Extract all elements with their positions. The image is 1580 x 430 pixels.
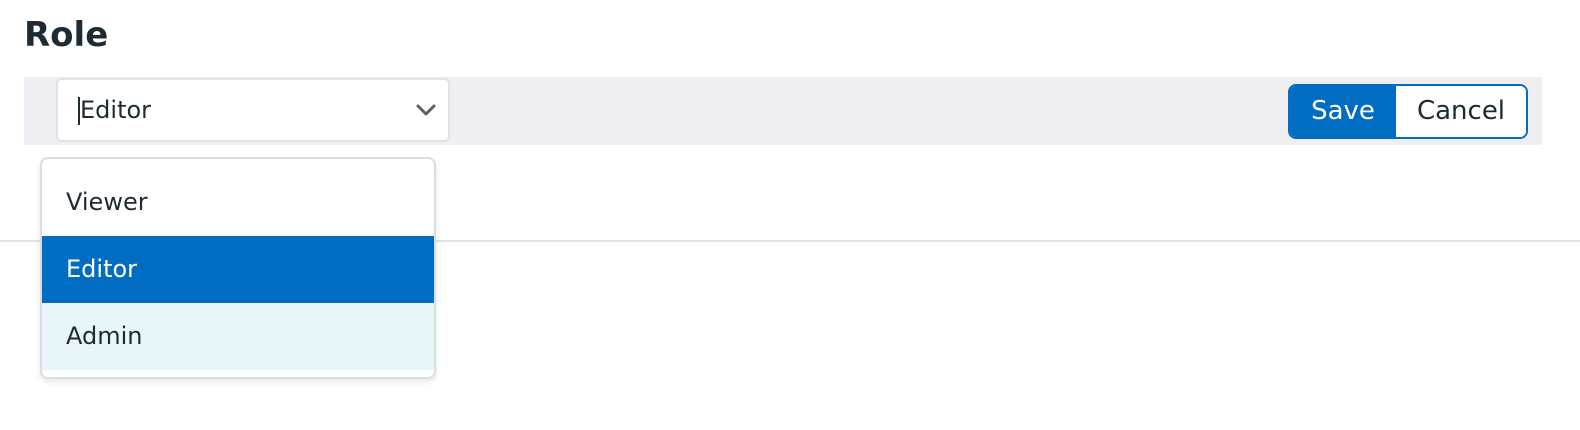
option-admin[interactable]: Admin — [42, 303, 434, 370]
page: Role Editor Save Cancel Viewer Editor Ad… — [0, 0, 1580, 430]
save-button[interactable]: Save — [1290, 86, 1396, 137]
role-select-value: Editor — [80, 96, 152, 124]
option-editor[interactable]: Editor — [42, 236, 434, 303]
cancel-button[interactable]: Cancel — [1396, 86, 1526, 137]
action-button-group: Save Cancel — [1288, 84, 1528, 139]
role-select[interactable]: Editor — [56, 78, 450, 142]
role-dropdown-menu: Viewer Editor Admin — [40, 157, 436, 379]
chevron-down-icon[interactable] — [414, 98, 438, 122]
option-viewer[interactable]: Viewer — [42, 169, 434, 236]
section-title: Role — [24, 15, 109, 55]
